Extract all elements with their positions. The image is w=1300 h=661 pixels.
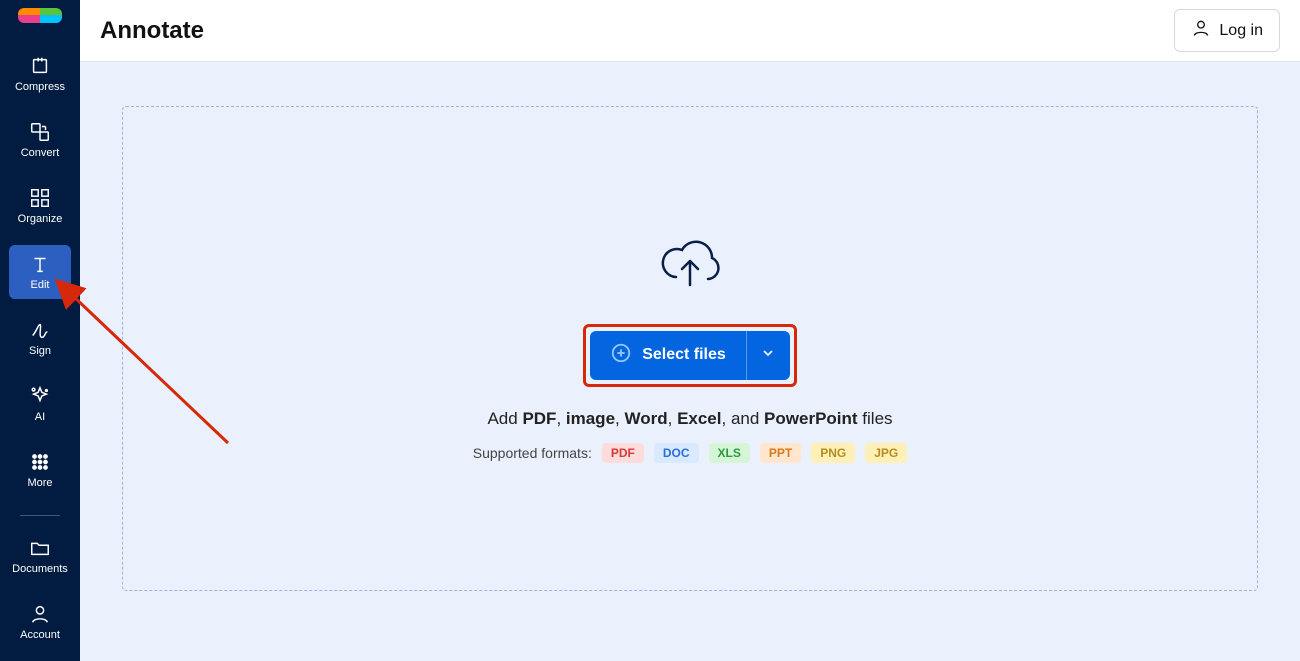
sidebar-item-edit[interactable]: Edit bbox=[9, 245, 71, 299]
compress-icon bbox=[29, 55, 51, 77]
sidebar-item-more[interactable]: More bbox=[9, 443, 71, 497]
login-label: Log in bbox=[1219, 22, 1263, 40]
sidebar-item-label: Documents bbox=[12, 563, 68, 575]
convert-icon bbox=[29, 121, 51, 143]
content: Select files Add PDF, image, Word, Excel… bbox=[80, 62, 1300, 661]
select-files-button[interactable]: Select files bbox=[590, 331, 746, 380]
format-badge: PNG bbox=[811, 443, 855, 463]
user-icon bbox=[29, 603, 51, 625]
more-icon bbox=[29, 451, 51, 473]
sidebar-item-label: Sign bbox=[29, 345, 51, 357]
sidebar-item-sign[interactable]: Sign bbox=[9, 311, 71, 365]
login-button[interactable]: Log in bbox=[1174, 9, 1280, 52]
plus-circle-icon bbox=[610, 342, 632, 369]
sidebar-item-label: Edit bbox=[31, 279, 50, 291]
format-badge: XLS bbox=[709, 443, 750, 463]
select-files-dropdown[interactable] bbox=[746, 331, 790, 380]
sign-icon bbox=[29, 319, 51, 341]
sidebar-item-label: AI bbox=[35, 411, 45, 423]
sidebar-item-ai[interactable]: AI bbox=[9, 377, 71, 431]
page-title: Annotate bbox=[100, 17, 204, 45]
sidebar-item-label: Organize bbox=[18, 213, 63, 225]
edit-icon bbox=[29, 253, 51, 275]
sidebar-item-label: Compress bbox=[15, 81, 65, 93]
sidebar-item-label: Account bbox=[20, 629, 60, 641]
user-icon bbox=[1191, 18, 1211, 43]
cloud-upload-icon bbox=[656, 235, 724, 296]
select-files-label: Select files bbox=[642, 346, 726, 364]
format-badge: DOC bbox=[654, 443, 699, 463]
format-badge: PPT bbox=[760, 443, 801, 463]
header: Annotate Log in bbox=[80, 0, 1300, 62]
chevron-down-icon bbox=[760, 345, 776, 366]
supported-label: Supported formats: bbox=[473, 445, 592, 461]
sidebar: Compress Convert Organize Edit Sign AI M… bbox=[0, 0, 80, 661]
sidebar-item-convert[interactable]: Convert bbox=[9, 113, 71, 167]
sidebar-item-documents[interactable]: Documents bbox=[9, 529, 71, 583]
dropzone[interactable]: Select files Add PDF, image, Word, Excel… bbox=[122, 106, 1258, 591]
format-badge: PDF bbox=[602, 443, 644, 463]
sidebar-item-compress[interactable]: Compress bbox=[9, 47, 71, 101]
select-files-group: Select files bbox=[583, 324, 797, 387]
file-types-hint: Add PDF, image, Word, Excel, and PowerPo… bbox=[487, 409, 892, 429]
sidebar-item-label: Convert bbox=[21, 147, 60, 159]
supported-formats: Supported formats: PDF DOC XLS PPT PNG J… bbox=[473, 443, 907, 463]
ai-icon bbox=[29, 385, 51, 407]
organize-icon bbox=[29, 187, 51, 209]
format-badge: JPG bbox=[865, 443, 907, 463]
sidebar-item-account[interactable]: Account bbox=[9, 595, 71, 649]
folder-icon bbox=[29, 537, 51, 559]
sidebar-item-label: More bbox=[27, 477, 52, 489]
logo[interactable] bbox=[18, 8, 62, 23]
sidebar-item-organize[interactable]: Organize bbox=[9, 179, 71, 233]
